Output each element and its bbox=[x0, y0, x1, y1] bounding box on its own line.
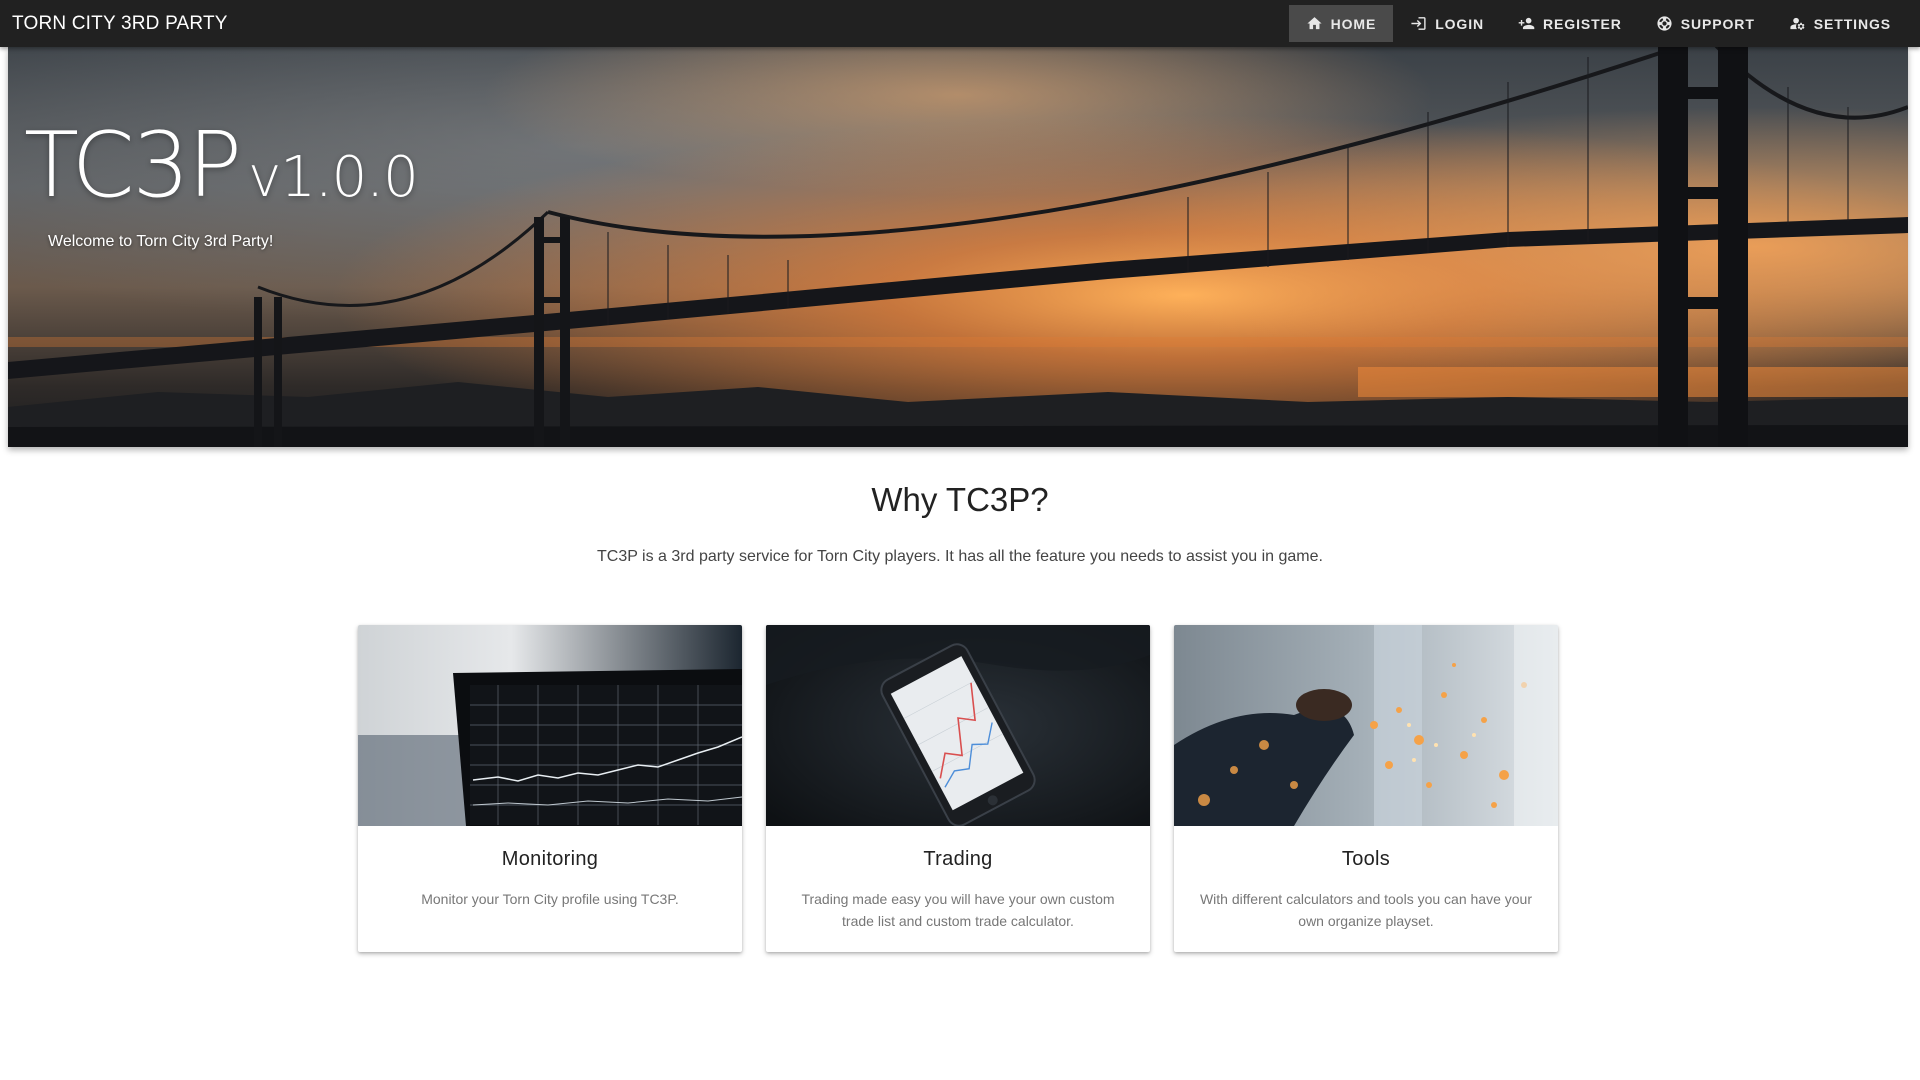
card-trading-title: Trading bbox=[923, 848, 993, 870]
hero-banner: TC3P v1.0.0 Welcome to Torn City 3rd Part… bbox=[8, 47, 1908, 447]
support-icon bbox=[1657, 16, 1672, 31]
nav-settings-label: SETTINGS bbox=[1813, 15, 1891, 32]
hero-title-name: TC3P bbox=[24, 113, 242, 218]
nav-settings[interactable]: SETTINGS bbox=[1772, 5, 1908, 42]
home-icon bbox=[1306, 17, 1322, 30]
login-icon bbox=[1411, 17, 1426, 30]
hero-title: TC3P v1.0.0 bbox=[24, 113, 419, 218]
card-tools-text: With different calculators and tools you… bbox=[1199, 891, 1533, 929]
card-monitoring[interactable]: Monitoring Monitor your Torn City profil… bbox=[358, 625, 742, 952]
why-heading: Why TC3P? bbox=[871, 481, 1049, 518]
card-trading-text: Trading made easy you will have your own… bbox=[801, 891, 1115, 929]
nav-login[interactable]: LOGIN bbox=[1393, 5, 1501, 42]
user-settings-icon bbox=[1790, 17, 1805, 30]
feature-cards: Monitoring Monitor your Torn City profil… bbox=[358, 625, 1560, 952]
nav-home[interactable]: HOME bbox=[1288, 5, 1394, 42]
hero-welcome-text: Welcome to Torn City 3rd Party! bbox=[48, 233, 274, 250]
card-monitoring-title: Monitoring bbox=[501, 848, 599, 870]
why-description: TC3P is a 3rd party service for Torn Cit… bbox=[597, 548, 1323, 565]
nav-home-label: HOME bbox=[1330, 15, 1377, 32]
laptop-chart-image bbox=[358, 625, 742, 826]
bridge-sunset-image bbox=[8, 47, 1908, 447]
top-navbar: TORN CITY 3RD PARTY HOME LOGIN REGISTER … bbox=[0, 0, 1920, 47]
brand-title[interactable]: TORN CITY 3RD PARTY bbox=[0, 13, 228, 35]
card-tools[interactable]: Tools With different calculators and too… bbox=[1174, 625, 1558, 952]
nav-register[interactable]: REGISTER bbox=[1501, 5, 1639, 42]
phone-chart-image bbox=[766, 625, 1150, 826]
nav-login-label: LOGIN bbox=[1435, 15, 1485, 32]
person-add-icon bbox=[1518, 17, 1535, 30]
nav-register-label: REGISTER bbox=[1543, 15, 1622, 32]
card-monitoring-text: Monitor your Torn City profile using TC3… bbox=[421, 891, 679, 907]
hero-version: v1.0.0 bbox=[248, 145, 419, 210]
nav-support-label: SUPPORT bbox=[1680, 15, 1755, 32]
grinder-sparks-image bbox=[1174, 625, 1558, 826]
card-tools-title: Tools bbox=[1341, 848, 1391, 870]
nav-support[interactable]: SUPPORT bbox=[1639, 5, 1772, 42]
card-trading[interactable]: Trading Trading made easy you will have … bbox=[766, 625, 1150, 952]
nav-menu: HOME LOGIN REGISTER SUPPORT SETTINGS bbox=[1288, 5, 1920, 42]
